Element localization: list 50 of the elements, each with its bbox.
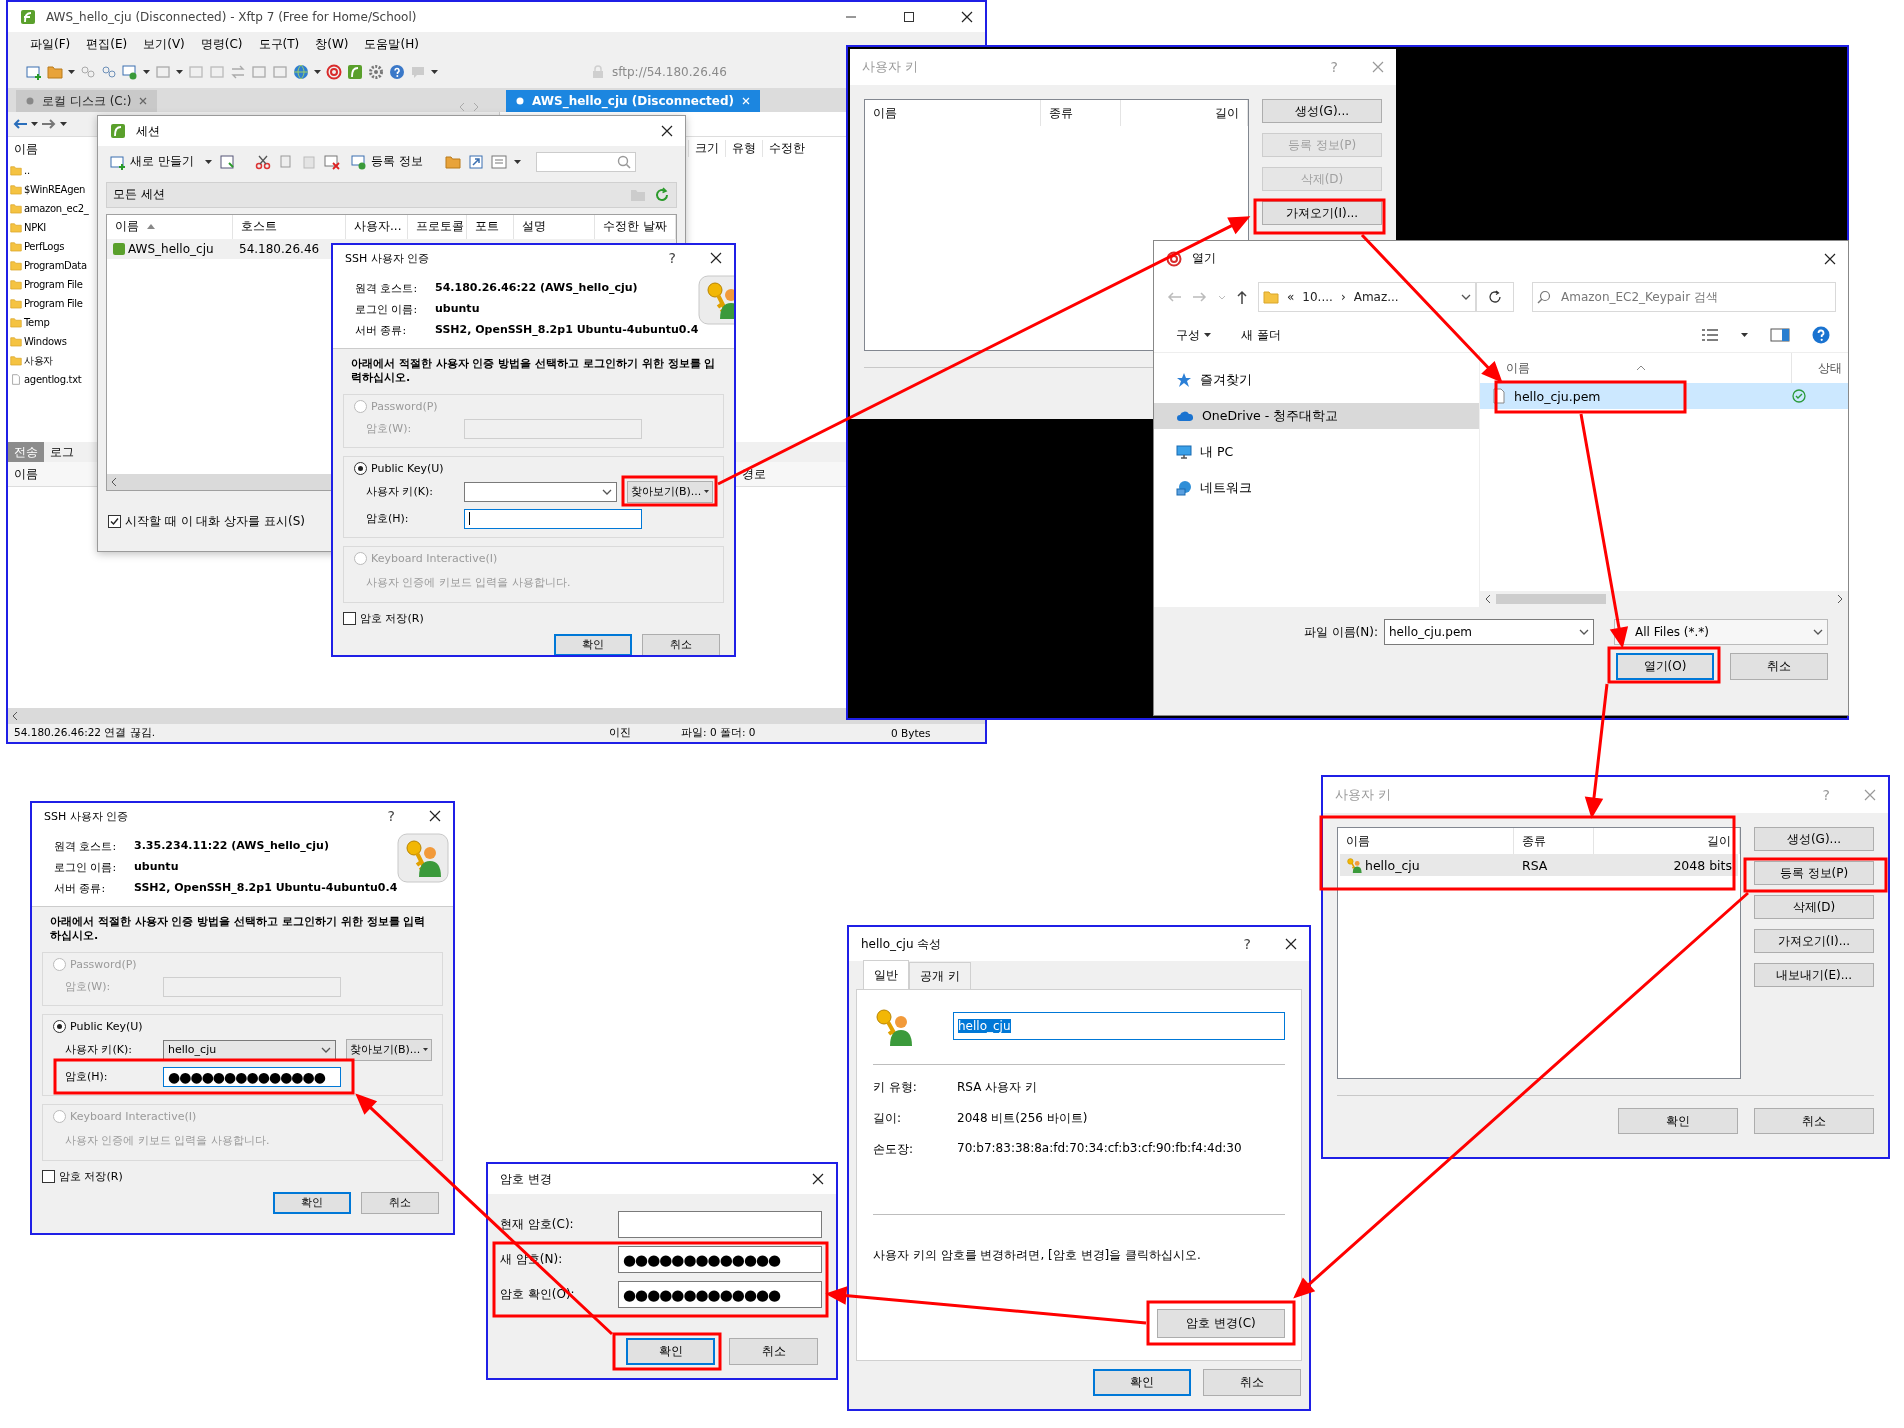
window-title: 세션 xyxy=(136,122,160,140)
field-value: 2048 비트(256 바이트) xyxy=(957,1110,1089,1127)
field-value: SSH2, OpenSSH_8.2p1 Ubuntu-4ubuntu0.4 xyxy=(435,323,699,338)
table-cell: hello_cju xyxy=(1340,857,1516,873)
field-label: 파일 이름(N): xyxy=(1303,623,1378,641)
status-text: 이진 xyxy=(609,726,632,740)
field-label: 서버 종류: xyxy=(54,881,107,896)
field-value: RSA 사용자 키 xyxy=(957,1079,1038,1096)
table-cell-text: 54.180.26.46 xyxy=(238,241,321,256)
instruction-text: 아래에서 적절한 사용자 인증 방법을 선택하고 로그인하기 위한 정보를 입력하십시오. xyxy=(350,357,717,386)
note-text: 사용자 키의 암호를 변경하려면, [암호 변경]을 클릭하십시오. xyxy=(873,1247,1202,1264)
field-value: SSH2, OpenSSH_8.2p1 Ubuntu-4ubuntu0.4 xyxy=(134,881,398,896)
field-label: 사용자 키(K): xyxy=(365,484,434,500)
field-value: ubuntu xyxy=(435,302,481,317)
status-text: 0 Bytes xyxy=(891,727,932,739)
window-title: 열기 xyxy=(1192,250,1216,267)
field-label: 사용자 키(K): xyxy=(64,1042,133,1058)
field-label: 원격 호스트: xyxy=(355,281,419,296)
status-text: 54.180.26.46:22 연결 끊김. xyxy=(14,726,157,740)
field-label: 로그인 이름: xyxy=(355,302,419,317)
status-text: 파일: 0 폴더: 0 xyxy=(681,726,757,740)
field-label: 암호(W): xyxy=(64,979,112,995)
window-title: SSH 사용자 인증 xyxy=(345,250,430,266)
window-title: hello_cju 속성 xyxy=(861,935,942,953)
folder-path: 모든 세션 xyxy=(113,186,165,204)
hint-text: 사용자 인증에 키보드 입력을 사용합니다. xyxy=(64,1132,271,1149)
field-value: 54.180.26.46:22 (AWS_hello_cju) xyxy=(435,281,639,296)
field-label: 손도장: xyxy=(873,1141,915,1158)
field-value: ubuntu xyxy=(134,860,180,875)
table-cell-text: RSA xyxy=(1521,857,1549,873)
hint-text: 사용자 인증에 키보드 입력을 사용합니다. xyxy=(365,574,572,591)
field-value: 3.35.234.11:22 (AWS_hello_cju) xyxy=(134,839,330,854)
window-title: 암호 변경 xyxy=(500,1170,552,1188)
field-label: 암호(H): xyxy=(64,1069,109,1085)
field-label: 키 유형: xyxy=(873,1079,918,1096)
field-value: 70:b7:83:38:8a:fd:70:34:cf:b3:cf:90:fb:f4:4d:30 xyxy=(957,1141,1243,1157)
field-label: 암호(H): xyxy=(365,511,410,527)
field-label: 원격 호스트: xyxy=(54,839,118,854)
table-cell: AWS_hello_cju xyxy=(107,241,233,256)
field-label: 길이: xyxy=(873,1110,903,1127)
field-label: 현재 암호(C): xyxy=(500,1216,575,1233)
window-title: AWS_hello_cju (Disconnected) - Xftp 7 (Free for Home/School) xyxy=(46,10,417,24)
field-label: 암호(W): xyxy=(365,421,413,437)
window-title: SSH 사용자 인증 xyxy=(44,808,129,824)
field-label: 로그인 이름: xyxy=(54,860,118,875)
window-title: 사용자 키 xyxy=(1335,786,1392,804)
field-label: 서버 종류: xyxy=(355,323,408,338)
table-cell-text: 2048 bits xyxy=(1672,857,1733,873)
window-title: 사용자 키 xyxy=(862,58,919,76)
instruction-text: 아래에서 적절한 사용자 인증 방법을 선택하고 로그인하기 위한 정보를 입력하십시오. xyxy=(49,915,427,944)
